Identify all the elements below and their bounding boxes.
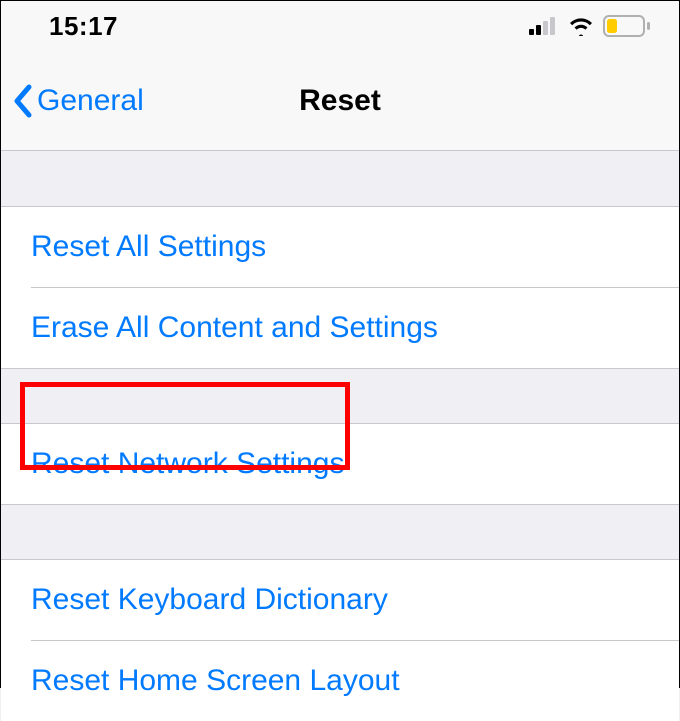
list-group: Reset Keyboard Dictionary Reset Home Scr…: [1, 560, 679, 721]
cellular-signal-icon: [529, 17, 559, 35]
reset-all-settings-row[interactable]: Reset All Settings: [1, 207, 679, 287]
back-label: General: [37, 84, 144, 118]
status-bar: 15:17: [1, 1, 679, 51]
list-group: Reset Network Settings: [1, 424, 679, 504]
status-icons: [529, 15, 651, 37]
list-row-label: Erase All Content and Settings: [31, 311, 438, 345]
nav-bar: General Reset: [1, 51, 679, 151]
erase-all-content-row[interactable]: Erase All Content and Settings: [1, 288, 679, 368]
chevron-left-icon: [11, 83, 35, 119]
list-row-label: Reset Network Settings: [31, 447, 344, 481]
reset-network-settings-row[interactable]: Reset Network Settings: [1, 424, 679, 504]
wifi-icon: [567, 16, 595, 36]
status-time: 15:17: [49, 11, 118, 42]
battery-icon: [603, 15, 651, 37]
reset-home-screen-layout-row[interactable]: Reset Home Screen Layout: [1, 641, 679, 721]
list-group: Reset All Settings Erase All Content and…: [1, 207, 679, 368]
group-spacer: [1, 151, 679, 207]
list-row-label: Reset All Settings: [31, 230, 266, 264]
list-row-label: Reset Home Screen Layout: [31, 664, 400, 698]
list-row-label: Reset Keyboard Dictionary: [31, 583, 388, 617]
back-button[interactable]: General: [11, 83, 144, 119]
group-spacer: [1, 504, 679, 560]
reset-keyboard-dictionary-row[interactable]: Reset Keyboard Dictionary: [1, 560, 679, 640]
group-spacer: [1, 368, 679, 424]
